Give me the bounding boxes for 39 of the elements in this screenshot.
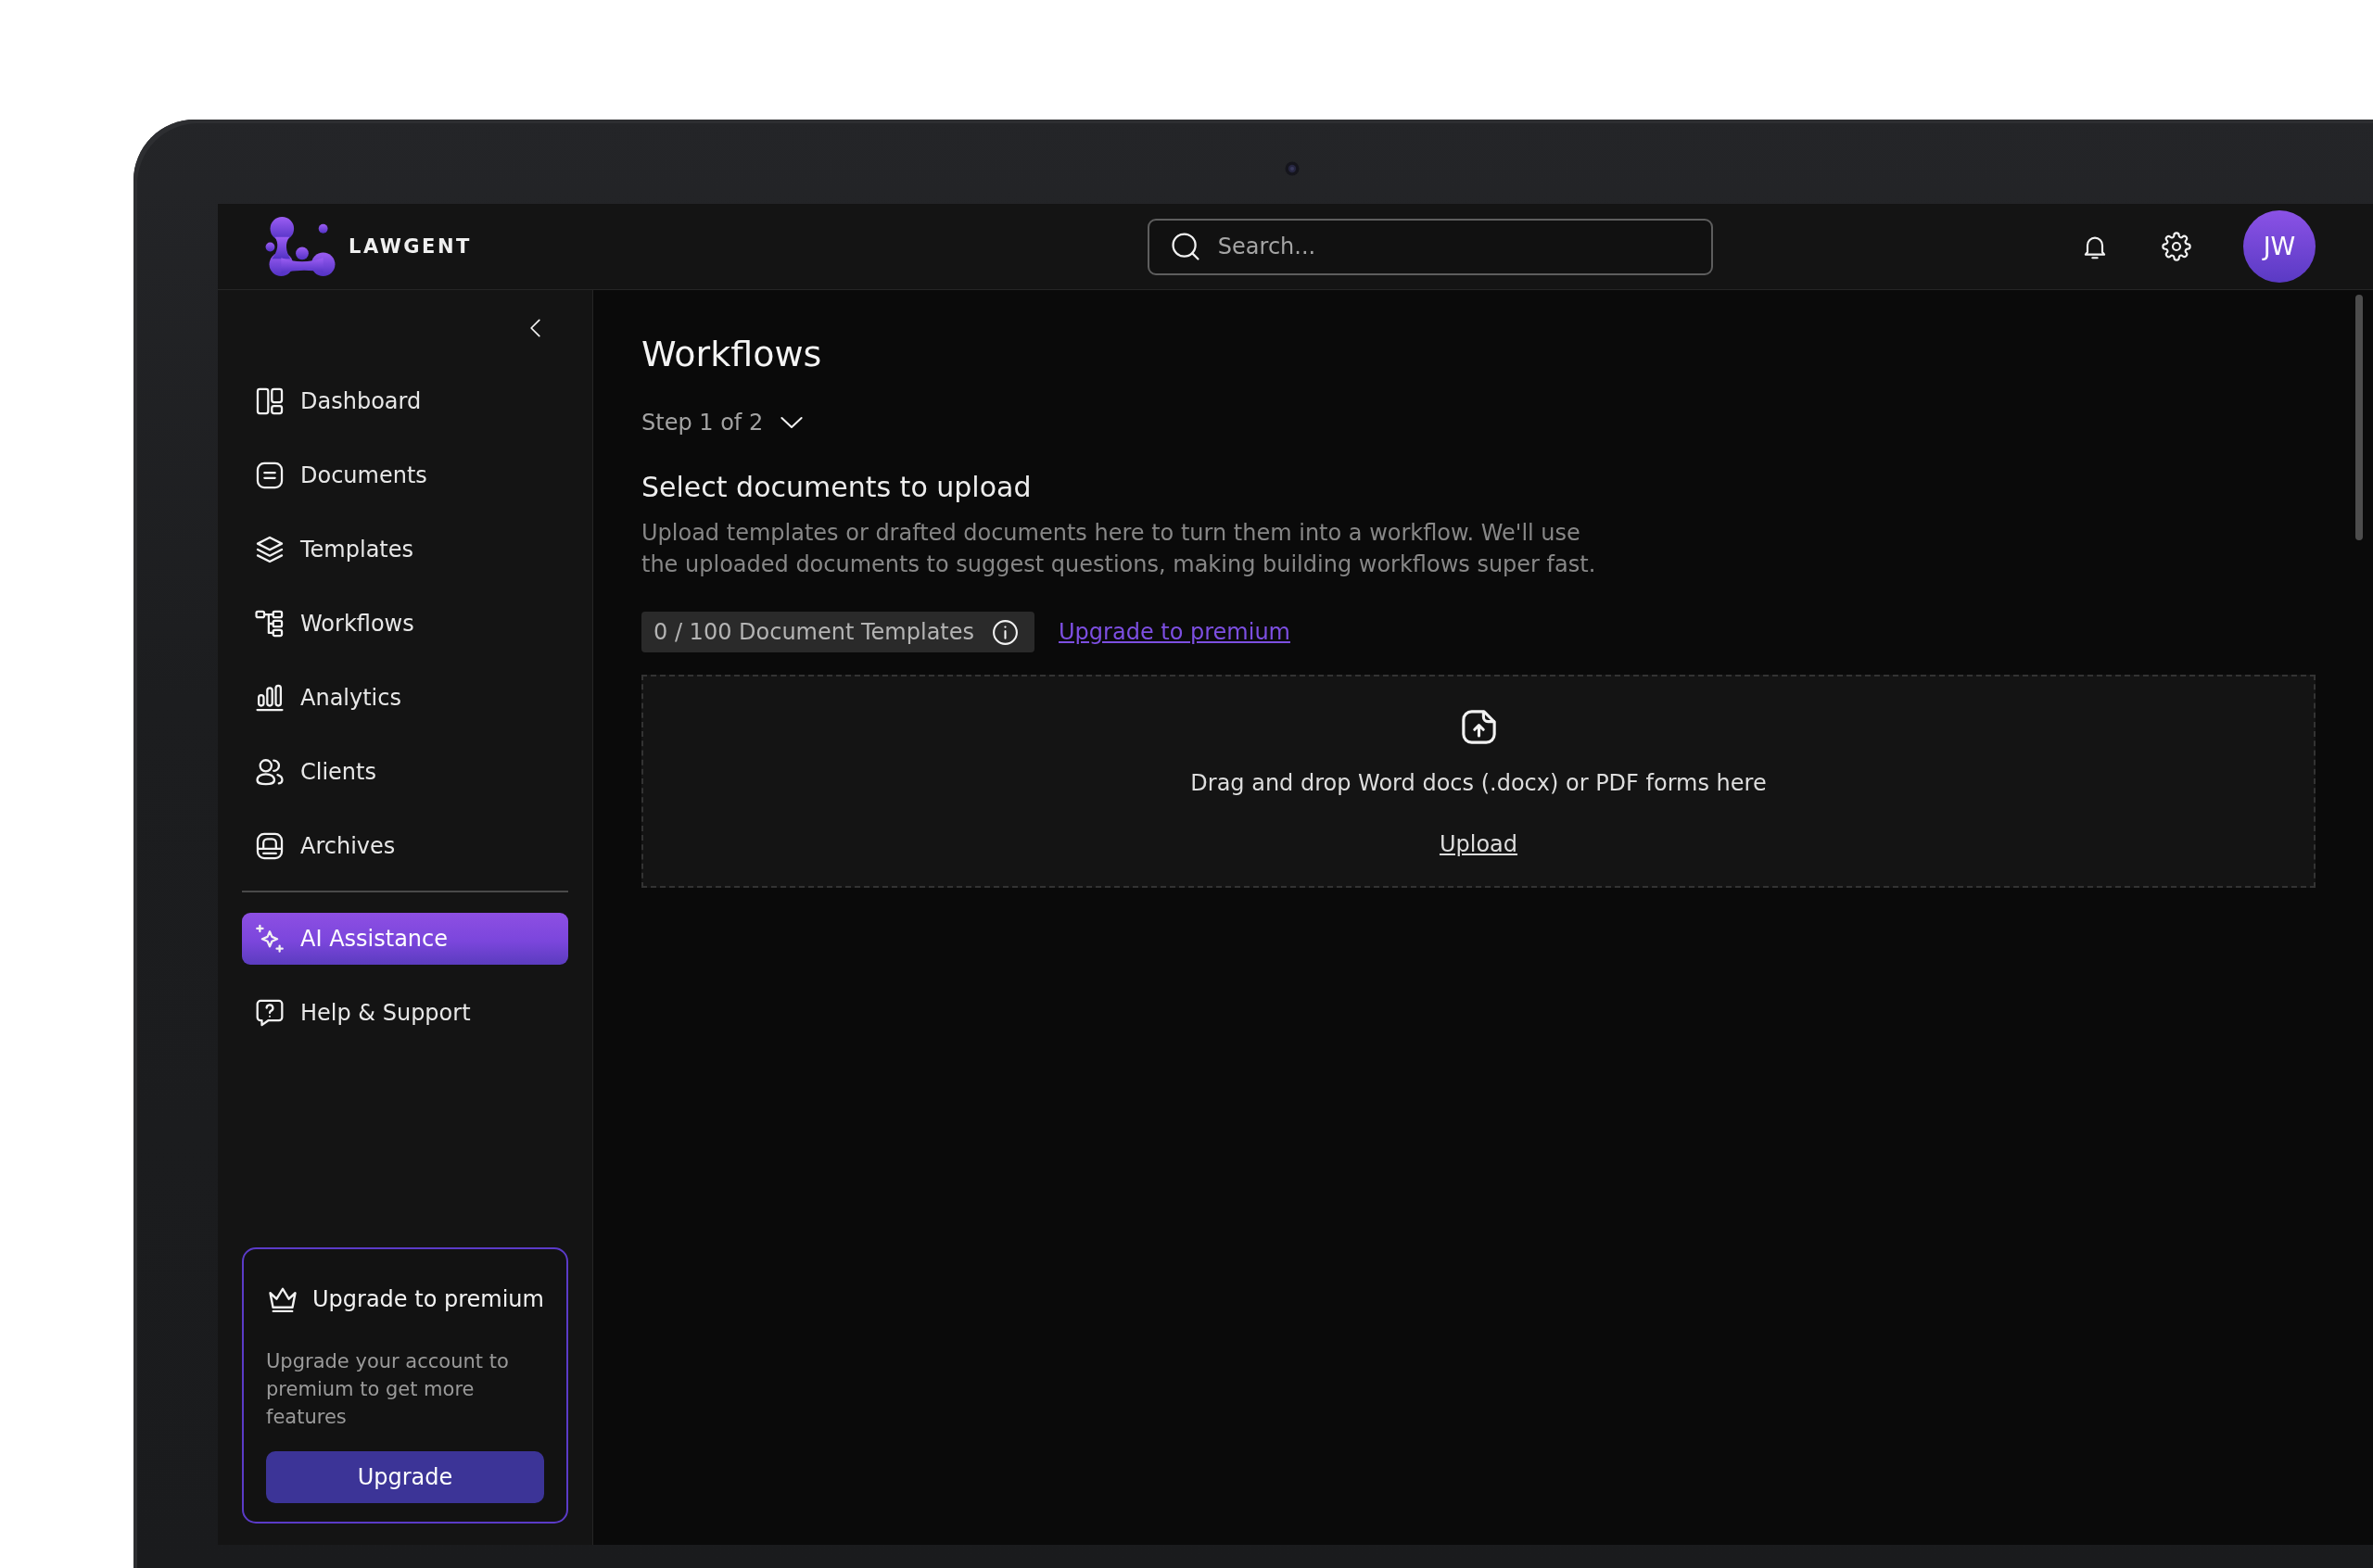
sidebar-item[interactable]: Workflows bbox=[242, 598, 568, 650]
layers-icon bbox=[254, 534, 286, 565]
logo-icon[interactable] bbox=[265, 216, 336, 277]
step-dropdown[interactable]: Step 1 of 2 bbox=[641, 408, 806, 437]
section-title: Select documents to upload bbox=[641, 470, 1032, 505]
sidebar-item[interactable]: Dashboard bbox=[242, 375, 568, 427]
archive-icon bbox=[254, 830, 286, 862]
dropzone-text: Drag and drop Word docs (.docx) or PDF forms here bbox=[1190, 769, 1767, 798]
dropzone[interactable]: Drag and drop Word docs (.docx) or PDF forms here Upload bbox=[641, 675, 2316, 888]
sidebar-item[interactable]: Templates bbox=[242, 524, 568, 575]
document-icon bbox=[254, 460, 286, 491]
info-icon[interactable] bbox=[991, 617, 1021, 647]
upgrade-link[interactable]: Upgrade to premium bbox=[1059, 615, 1290, 649]
search-field[interactable]: Search... bbox=[1147, 218, 1713, 275]
upload-link[interactable]: Upload bbox=[1439, 829, 1518, 859]
upgrade-card-title: Upgrade to premium bbox=[312, 1285, 544, 1314]
sidebar-item[interactable]: AI Assistance bbox=[242, 913, 568, 965]
sidebar-item[interactable]: Documents bbox=[242, 449, 568, 501]
usage-text: 0 / 100 Document Templates bbox=[654, 618, 975, 647]
sidebar-item[interactable]: Clients bbox=[242, 746, 568, 798]
page-title: Workflows bbox=[641, 334, 822, 374]
settings-icon[interactable] bbox=[2162, 232, 2191, 261]
logo-text: LAWGENT bbox=[349, 236, 472, 257]
upgrade-button[interactable]: Upgrade bbox=[266, 1451, 544, 1503]
layout-icon bbox=[254, 386, 286, 417]
user-avatar[interactable]: JW bbox=[2243, 210, 2316, 283]
sidebar-item[interactable]: Archives bbox=[242, 820, 568, 872]
sidebar-item[interactable]: Help & Support bbox=[242, 987, 568, 1039]
camera-icon bbox=[1285, 160, 1300, 176]
help-bubble-icon bbox=[254, 997, 286, 1029]
section-description: Upload templates or drafted documents here to turn them into a workflow. We'll use the uploaded documents to suggest questions, making building workflows super fast. bbox=[641, 519, 1597, 579]
hierarchy-icon bbox=[254, 608, 286, 639]
bar-chart-icon bbox=[254, 682, 286, 714]
scrollbar-thumb[interactable] bbox=[2355, 295, 2363, 540]
search-icon bbox=[1169, 230, 1201, 262]
sidebar-item[interactable]: Analytics bbox=[242, 672, 568, 724]
upgrade-card-text: Upgrade your account to premium to get more features bbox=[266, 1349, 510, 1430]
users-icon bbox=[254, 756, 286, 788]
sparkles-icon bbox=[254, 923, 286, 955]
